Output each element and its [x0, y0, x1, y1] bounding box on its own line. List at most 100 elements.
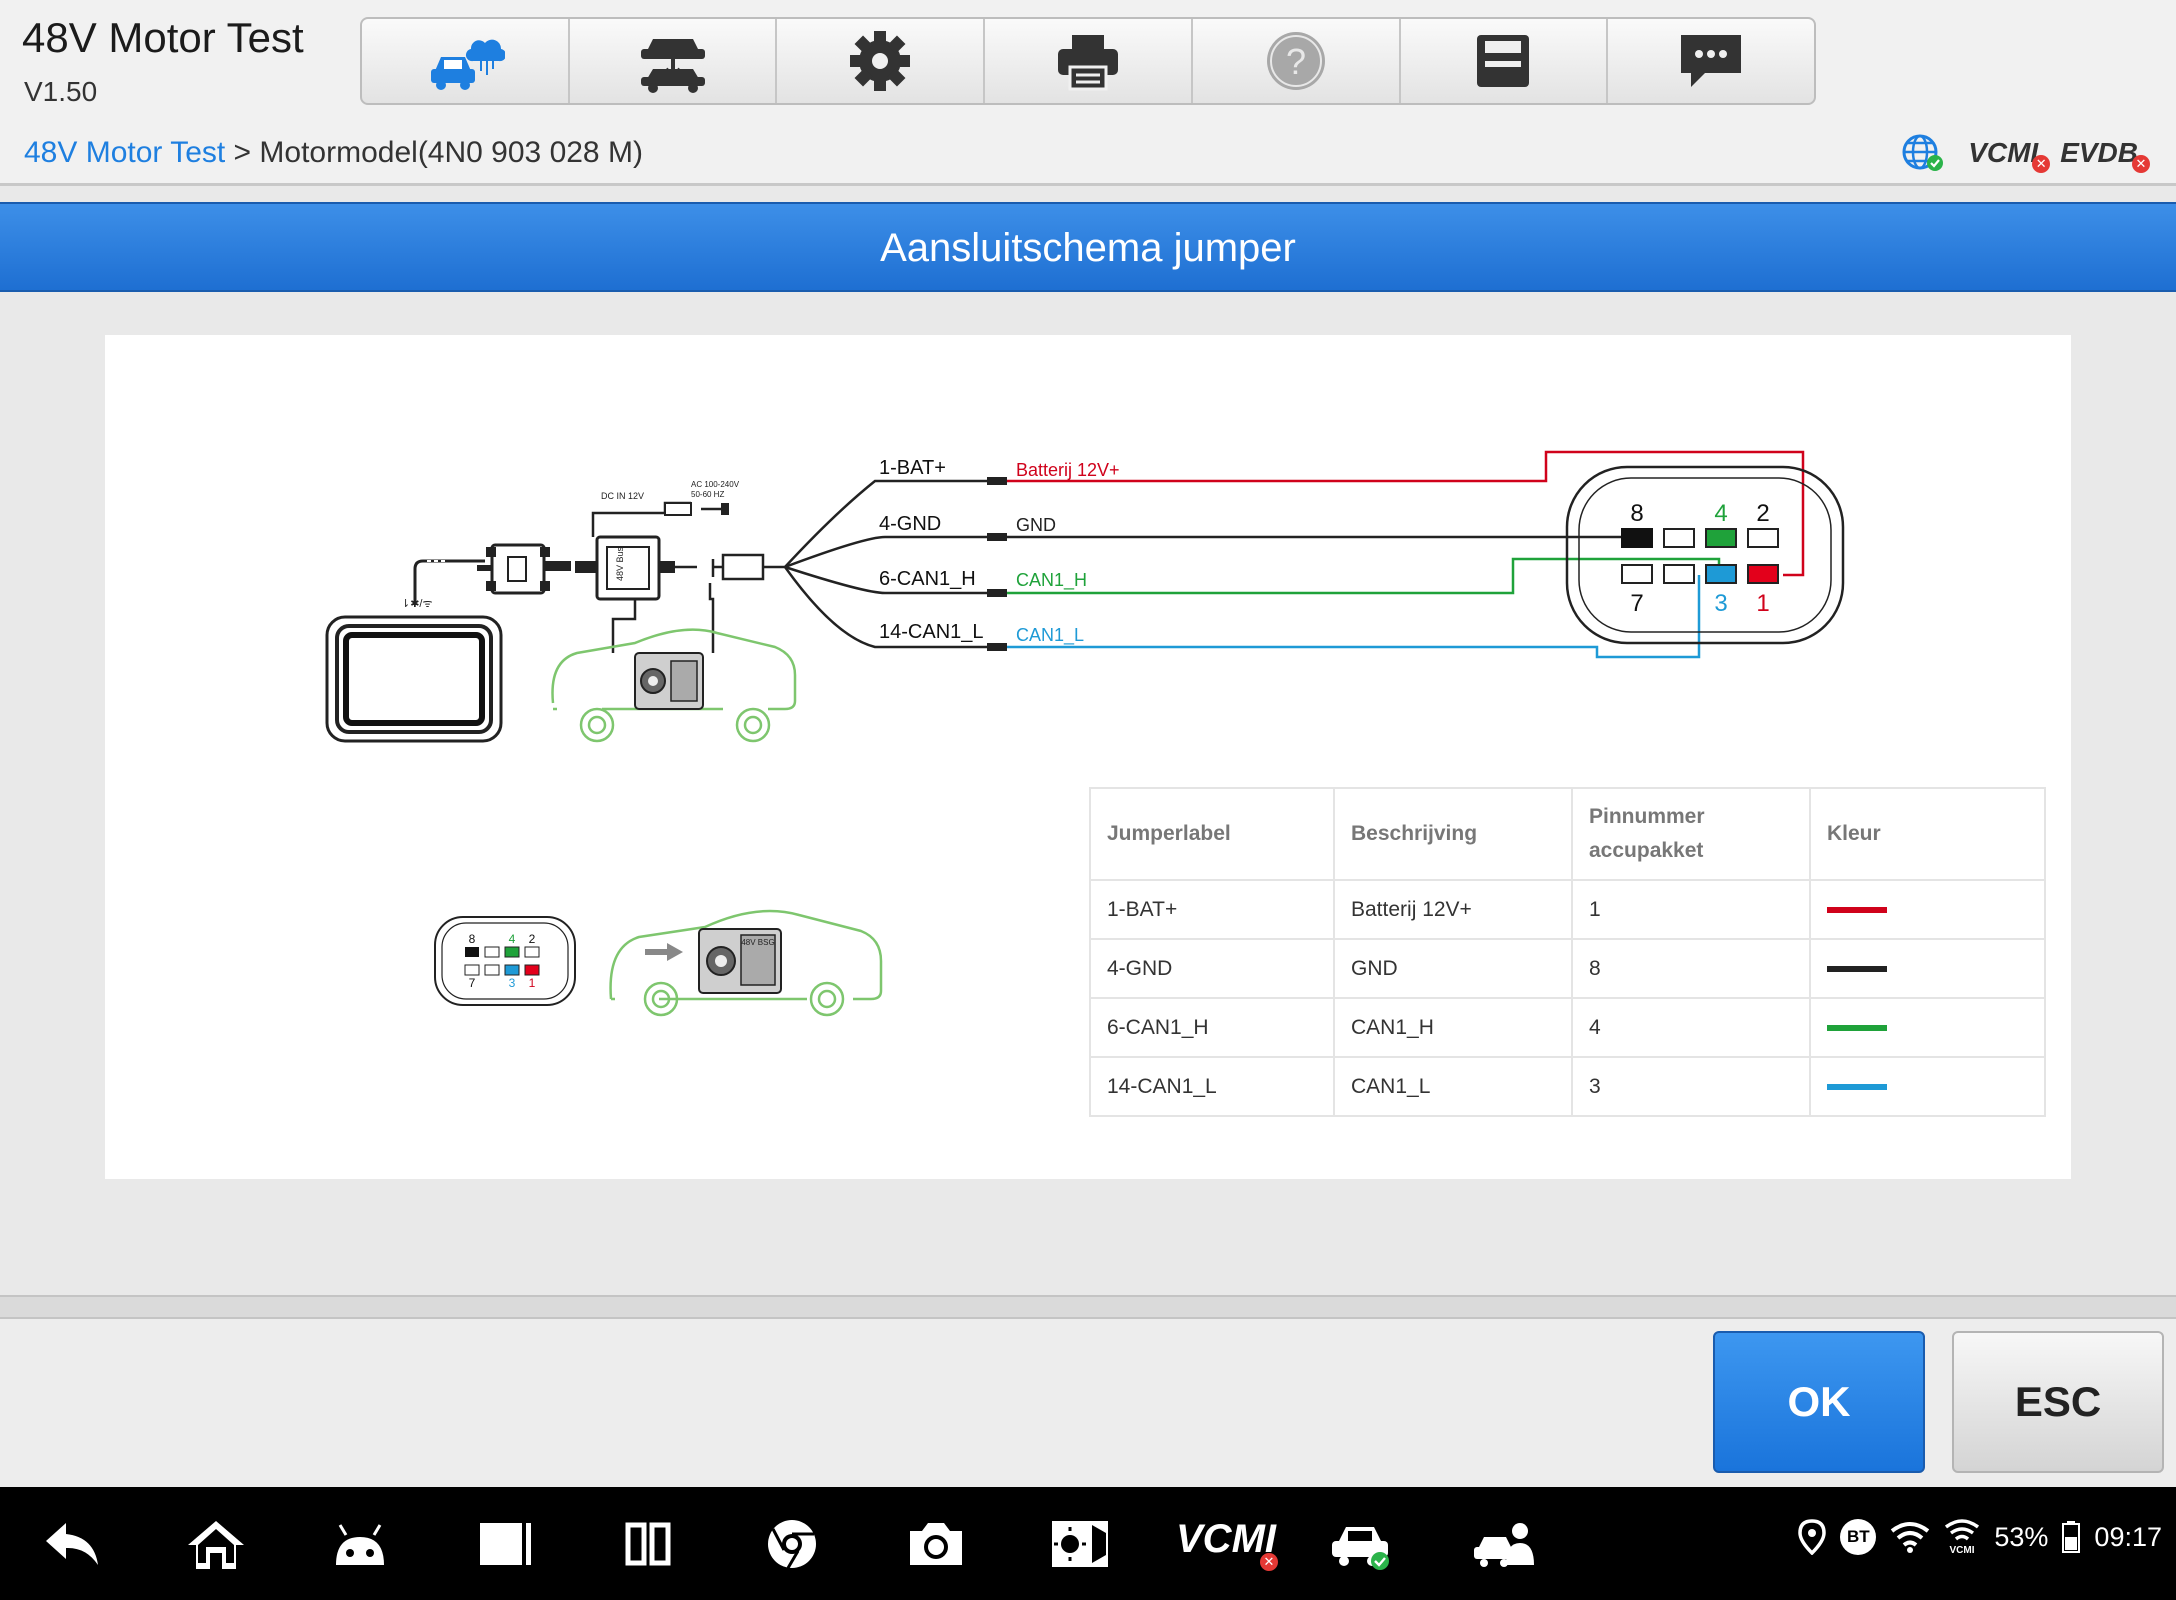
cell-description: CAN1_L [1333, 1056, 1573, 1117]
wire-desc-bat: Batterij 12V+ [1016, 460, 1120, 480]
vcmi-icon[interactable]: VCMI ✕ [1176, 1517, 1278, 1575]
battery-percent: 53% [1994, 1521, 2049, 1552]
col-kleur: Kleur [1809, 787, 2046, 881]
wire-label-canl: 14-CAN1_L [879, 621, 984, 643]
cell-color [1809, 879, 2046, 940]
feedback-button[interactable] [1608, 19, 1814, 103]
cell-description: Batterij 12V+ [1333, 879, 1573, 940]
cell-pin: 4 [1571, 997, 1811, 1058]
network-icon [1902, 134, 1944, 171]
battery-connector: 8 4 2 7 3 1 [1565, 465, 1845, 645]
svg-text:VCMI: VCMI [1950, 1545, 1975, 1555]
svg-text:?: ? [1286, 41, 1306, 82]
settings-button[interactable] [777, 19, 986, 103]
chrome-icon[interactable] [760, 1515, 824, 1573]
esc-button[interactable]: ESC [1952, 1331, 2164, 1473]
color-swatch [1827, 965, 1887, 972]
color-swatch [1827, 906, 1887, 913]
remote-expert-icon[interactable] [1472, 1515, 1536, 1573]
help-icon: ? [1266, 32, 1325, 90]
save-icon [1477, 35, 1530, 87]
cell-label: 6-CAN1_H [1089, 997, 1335, 1058]
wire-label-gnd: 4-GND [879, 513, 941, 535]
dc-in-label: DC IN 12V [601, 491, 644, 501]
wire-bat [1007, 450, 1805, 577]
svg-text:7: 7 [469, 976, 476, 990]
breadcrumb-bar: 48V Motor Test > Motormodel(4N0 903 028 … [0, 122, 2176, 186]
vcmi-wifi-icon: VCMI [1945, 1519, 1980, 1555]
table-row: 1-BAT+ Batterij 12V+ 1 [1089, 879, 2046, 940]
wire-desc-canl: CAN1_L [1016, 625, 1084, 646]
svg-text:8: 8 [1630, 500, 1643, 527]
camera-icon[interactable] [904, 1515, 968, 1573]
breadcrumb-current: Motormodel(4N0 903 028 M) [259, 136, 643, 169]
wire-label-canh: 6-CAN1_H [879, 568, 976, 590]
wire-canl [1007, 575, 1701, 659]
cell-pin: 8 [1571, 938, 1811, 999]
connection-status: VCMI ✕ EVDB ✕ [1900, 132, 2150, 174]
wire-desc-canh: CAN1_H [1016, 570, 1087, 591]
svg-text:1: 1 [529, 976, 536, 990]
battery-icon [2062, 1521, 2081, 1553]
svg-text:7: 7 [1630, 590, 1643, 617]
svg-text:3: 3 [509, 976, 516, 990]
svg-text:48V BSG: 48V BSG [741, 938, 774, 947]
cell-label: 14-CAN1_L [1089, 1056, 1335, 1117]
vehicle-cloud-icon [430, 39, 505, 90]
cell-pin: 1 [1571, 879, 1811, 940]
power-box: 48V Bus DC IN 12V AC 100-240V 50-60 HZ [575, 480, 785, 653]
col-pinnummer: Pinnummer accupakket [1571, 787, 1811, 881]
location-icon [1798, 1519, 1827, 1555]
cell-description: CAN1_H [1333, 997, 1573, 1058]
footer: OK ESC [0, 1319, 2176, 1487]
cell-color [1809, 1056, 2046, 1117]
breadcrumb: 48V Motor Test > Motormodel(4N0 903 028 … [24, 136, 643, 170]
vehicle-cloud-button[interactable] [362, 19, 570, 103]
content-panel: ⇂✱/ᯤ 48V Bus DC IN 12V AC 100-240V 50-60… [105, 335, 2071, 1179]
wire-canh [1007, 557, 1721, 595]
ok-button[interactable]: OK [1713, 1331, 1925, 1473]
svg-text:2: 2 [529, 932, 536, 946]
cell-color [1809, 997, 2046, 1058]
brightness-icon[interactable] [1048, 1515, 1112, 1573]
vehicle-connected-icon[interactable] [1328, 1515, 1392, 1573]
engine-image [634, 652, 704, 710]
recent-apps-icon[interactable] [472, 1515, 536, 1573]
wire-label-bat: 1-BAT+ [879, 457, 946, 479]
app-header: 48V Motor Test V1.50 ? [0, 0, 2176, 122]
save-button[interactable] [1401, 19, 1609, 103]
home-icon[interactable] [184, 1515, 248, 1573]
split-screen-icon[interactable] [616, 1515, 680, 1573]
cell-pin: 3 [1571, 1056, 1811, 1117]
evdb-status: EVDB ✕ [2060, 137, 2150, 173]
app-version: V1.50 [24, 76, 98, 107]
cell-description: GND [1333, 938, 1573, 999]
print-button[interactable] [985, 19, 1193, 103]
cell-color [1809, 938, 2046, 999]
disconnected-icon: ✕ [2132, 155, 2150, 173]
col-beschrijving: Beschrijving [1333, 787, 1573, 881]
bluetooth-icon: BT [1840, 1519, 1877, 1555]
system-status: BT VCMI 53% 09:17 [1798, 1519, 2162, 1555]
help-button[interactable]: ? [1193, 19, 1401, 103]
jumper-table: Jumperlabel Beschrijving Pinnummer accupa… [1089, 787, 2046, 1117]
breadcrumb-root[interactable]: 48V Motor Test [24, 136, 225, 169]
tablet-image [325, 615, 503, 743]
printer-icon [1058, 35, 1119, 91]
table-row: 6-CAN1_H CAN1_H 4 [1089, 997, 2046, 1058]
ac-label-1: AC 100-240V [691, 480, 740, 489]
cell-label: 1-BAT+ [1089, 879, 1335, 940]
chat-icon [1681, 35, 1742, 87]
vci-module [477, 543, 571, 595]
wireless-icon: ⇂✱/ᯤ [401, 598, 433, 610]
vehicle-lift-button[interactable] [570, 19, 778, 103]
connector-thumbnail: 8 4 2 7 3 1 [434, 916, 576, 1006]
vehicle-lift-icon [640, 39, 705, 93]
color-swatch [1827, 1083, 1887, 1090]
back-icon[interactable] [40, 1515, 104, 1573]
svg-text:2: 2 [1756, 500, 1769, 527]
table-row: 14-CAN1_L CAN1_L 3 [1089, 1056, 2046, 1117]
svg-text:8: 8 [469, 932, 476, 946]
android-icon[interactable] [328, 1515, 392, 1573]
wire-desc-gnd: GND [1016, 515, 1056, 535]
